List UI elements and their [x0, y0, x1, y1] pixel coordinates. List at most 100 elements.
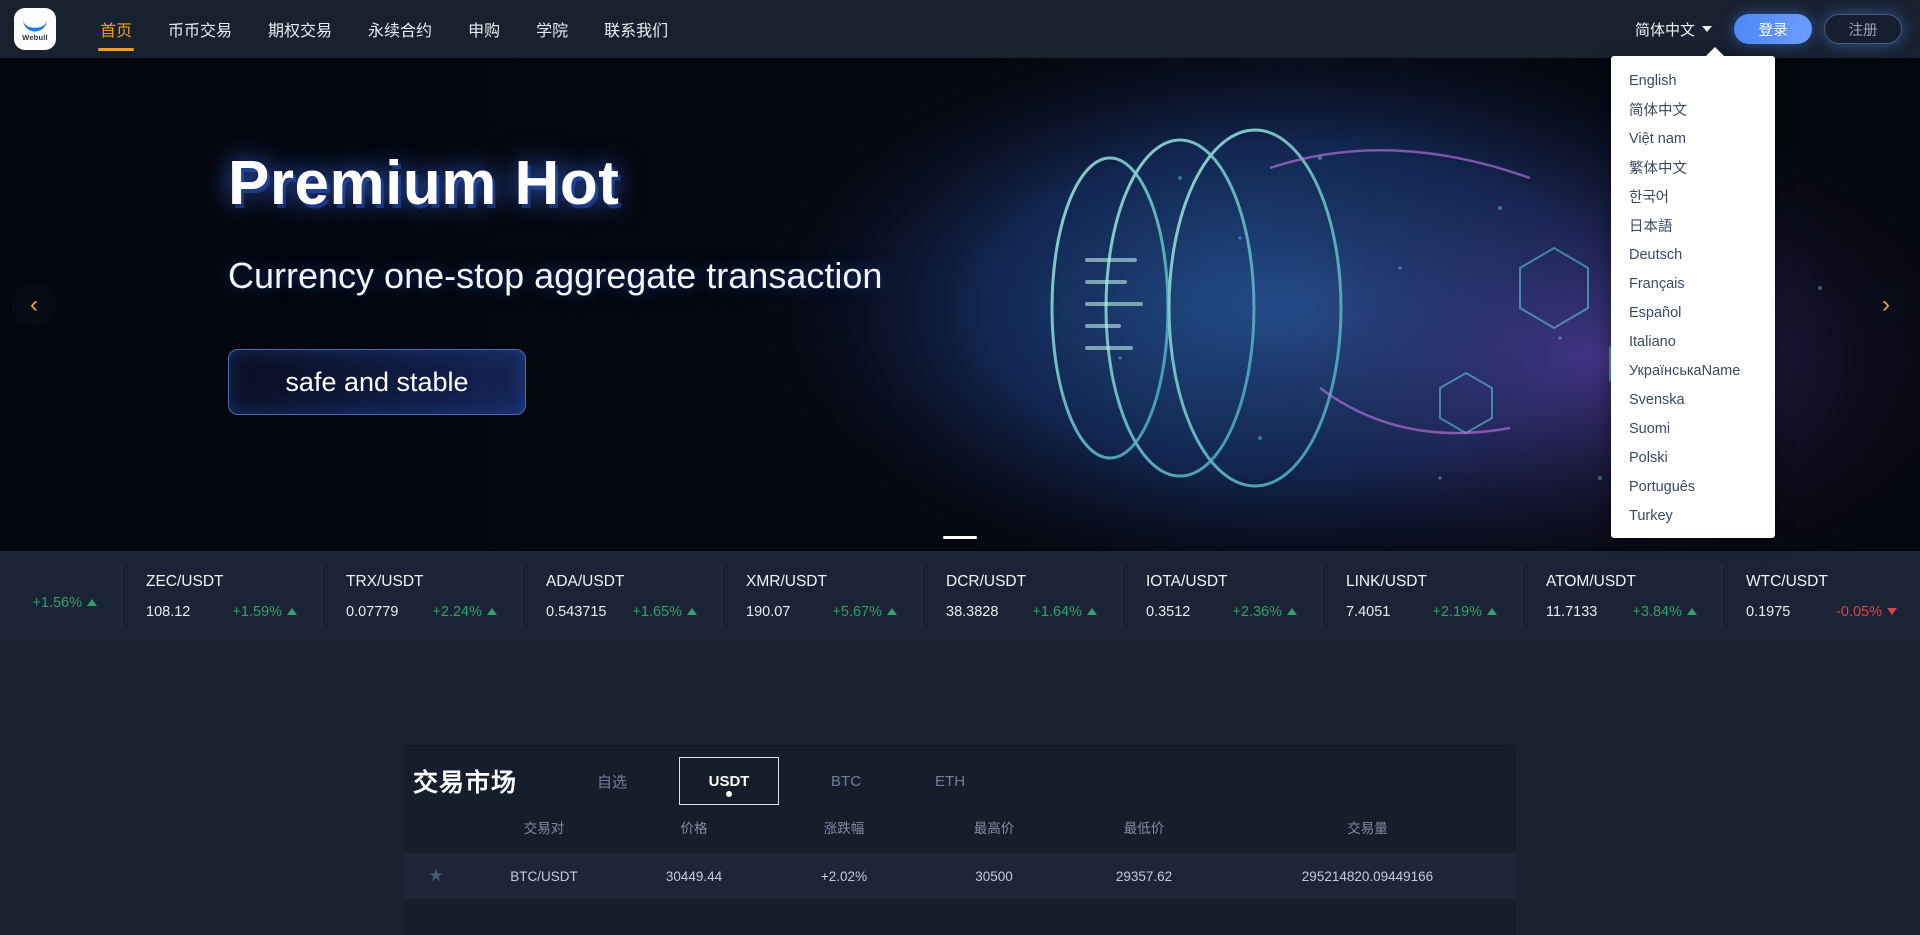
price-ticker-bar: +1.56% ZEC/USDT 108.12 +1.59% TRX/USDT 0… — [0, 551, 1920, 641]
triangle-up-icon — [687, 608, 697, 615]
language-option-french[interactable]: Français — [1611, 269, 1775, 298]
language-selector[interactable]: 简体中文 — [1635, 19, 1712, 40]
language-option-english[interactable]: English — [1611, 66, 1775, 95]
ticker-item[interactable]: XMR/USDT 190.07 +5.67% — [722, 565, 922, 627]
ticker-pair: XMR/USDT — [746, 572, 827, 590]
nav-item-subscription[interactable]: 申购 — [450, 0, 518, 58]
ticker-pair: TRX/USDT — [346, 572, 424, 590]
ticker-change: +3.84% — [1632, 604, 1697, 620]
ticker-item[interactable]: LINK/USDT 7.4051 +2.19% — [1322, 565, 1522, 627]
tab-btc[interactable]: BTC — [809, 766, 883, 796]
hero-content: Premium Hot Currency one-stop aggregate … — [228, 148, 882, 415]
language-option-portuguese[interactable]: Português — [1611, 472, 1775, 501]
ticker-item[interactable]: ZEC/USDT 108.12 +1.59% — [122, 565, 322, 627]
cell-price: 30449.44 — [665, 868, 723, 884]
tab-favorites[interactable]: 自选 — [575, 766, 649, 796]
tab-eth[interactable]: ETH — [913, 766, 987, 796]
triangle-down-icon — [1887, 608, 1897, 615]
top-navbar: Webull 首页 币币交易 期权交易 永续合约 申购 学院 联系我们 简体中文… — [0, 0, 1920, 58]
ticker-price: 0.07779 — [346, 603, 399, 620]
ticker-pair: IOTA/USDT — [1146, 572, 1228, 590]
language-option-finnish[interactable]: Suomi — [1611, 414, 1775, 443]
language-option-korean[interactable]: 한국어 — [1611, 182, 1775, 211]
table-row[interactable]: ★ BTC/USDT 30449.44 +2.02% 30500 29357.6… — [403, 853, 1516, 899]
ticker-item[interactable]: WTC/USDT 0.1975 -0.05% — [1722, 565, 1920, 627]
ticker-change: +2.19% — [1432, 604, 1497, 620]
cell-change: +2.02% — [820, 868, 868, 884]
ticker-change: -0.05% — [1836, 604, 1897, 620]
market-tabs: 自选 USDT BTC ETH — [545, 757, 987, 805]
carousel-next-button[interactable]: › — [1864, 282, 1908, 327]
language-option-traditional-chinese[interactable]: 繁体中文 — [1611, 153, 1775, 182]
hero-cta-button[interactable]: safe and stable — [228, 349, 526, 415]
col-volume[interactable]: 交易量 — [1219, 817, 1516, 853]
language-option-swedish[interactable]: Svenska — [1611, 385, 1775, 414]
favorite-cell[interactable]: ★ — [403, 853, 469, 899]
market-header: 交易市场 自选 USDT BTC ETH — [403, 745, 1516, 817]
ticker-change-value: +2.36% — [1232, 603, 1282, 620]
chevron-right-icon: › — [1882, 290, 1890, 318]
ticker-item[interactable]: IOTA/USDT 0.3512 +2.36% — [1122, 565, 1322, 627]
language-option-turkish[interactable]: Turkey — [1611, 501, 1775, 530]
webull-bull-logo-icon — [23, 19, 47, 32]
carousel-prev-button[interactable]: ‹ — [12, 282, 56, 327]
ticker-price: 0.1975 — [1746, 603, 1791, 620]
ticker-change-value: +1.59% — [232, 603, 282, 620]
hero-title: Premium Hot — [228, 149, 620, 218]
nav-item-options-trading[interactable]: 期权交易 — [250, 0, 350, 58]
register-button[interactable]: 注册 — [1824, 14, 1902, 44]
col-change[interactable]: 涨跌幅 — [769, 817, 919, 853]
ticker-change-value: +5.67% — [832, 603, 882, 620]
nav-item-perpetual-contract[interactable]: 永续合约 — [350, 0, 450, 58]
triangle-up-icon — [1687, 608, 1697, 615]
tab-usdt[interactable]: USDT — [679, 757, 780, 805]
ticker-item[interactable]: ATOM/USDT 11.7133 +3.84% — [1522, 565, 1722, 627]
ticker-pair: LINK/USDT — [1346, 572, 1427, 590]
navbar-right-controls: 简体中文 登录 注册 — [1635, 14, 1902, 44]
nav-item-contact-us[interactable]: 联系我们 — [586, 0, 686, 58]
ticker-change: +2.36% — [1232, 604, 1297, 620]
language-option-simplified-chinese[interactable]: 简体中文 — [1611, 95, 1775, 124]
ticker-price: 108.12 — [146, 603, 191, 620]
ticker-item[interactable]: ADA/USDT 0.543715 +1.65% — [522, 565, 722, 627]
market-title: 交易市场 — [413, 769, 518, 797]
language-current-label: 简体中文 — [1634, 21, 1695, 39]
language-option-german[interactable]: Deutsch — [1611, 240, 1775, 269]
language-option-vietnamese[interactable]: Việt nam — [1611, 124, 1775, 153]
ticker-strip: +1.56% ZEC/USDT 108.12 +1.59% TRX/USDT 0… — [0, 565, 1920, 627]
triangle-up-icon — [1287, 608, 1297, 615]
webull-logo[interactable]: Webull — [14, 8, 56, 50]
language-dropdown-menu[interactable]: English 简体中文 Việt nam 繁体中文 한국어 日本語 Deuts… — [1611, 47, 1775, 538]
ticker-item[interactable]: +1.56% — [0, 565, 122, 627]
language-option-italian[interactable]: Italiano — [1611, 327, 1775, 356]
col-low[interactable]: 最低价 — [1069, 817, 1219, 853]
login-button[interactable]: 登录 — [1734, 14, 1812, 44]
col-high[interactable]: 最高价 — [919, 817, 1069, 853]
ticker-change: +5.67% — [832, 604, 897, 620]
main-nav: 首页 币币交易 期权交易 永续合约 申购 学院 联系我们 — [82, 0, 686, 58]
language-option-ukrainian[interactable]: УкраїнськаName — [1611, 356, 1775, 385]
market-panel: 交易市场 自选 USDT BTC ETH 交易对 价格 涨跌幅 最高价 最低价 … — [403, 745, 1516, 935]
triangle-up-icon — [887, 608, 897, 615]
ticker-change-value: +1.64% — [1032, 603, 1082, 620]
language-option-spanish[interactable]: Español — [1611, 298, 1775, 327]
ticker-change-value: +3.84% — [1632, 603, 1682, 620]
tab-active-dot-icon — [726, 791, 733, 797]
nav-item-academy[interactable]: 学院 — [518, 0, 586, 58]
col-pair[interactable]: 交易对 — [469, 817, 619, 853]
col-price[interactable]: 价格 — [619, 817, 769, 853]
ticker-change-value: +2.19% — [1432, 603, 1482, 620]
ticker-pair: ATOM/USDT — [1546, 572, 1636, 590]
nav-item-spot-trading[interactable]: 币币交易 — [150, 0, 250, 58]
ticker-item[interactable]: DCR/USDT 38.3828 +1.64% — [922, 565, 1122, 627]
ticker-change-value: -0.05% — [1836, 603, 1882, 620]
language-option-japanese[interactable]: 日本語 — [1611, 211, 1775, 240]
chevron-left-icon: ‹ — [30, 290, 38, 318]
star-icon[interactable]: ★ — [428, 866, 443, 885]
market-table-body: ★ BTC/USDT 30449.44 +2.02% 30500 29357.6… — [403, 853, 1516, 899]
ticker-price: 7.4051 — [1346, 603, 1391, 620]
nav-item-home[interactable]: 首页 — [82, 0, 150, 58]
ticker-item[interactable]: TRX/USDT 0.07779 +2.24% — [322, 565, 522, 627]
language-option-polish[interactable]: Polski — [1611, 443, 1775, 472]
carousel-dot[interactable] — [943, 536, 977, 539]
